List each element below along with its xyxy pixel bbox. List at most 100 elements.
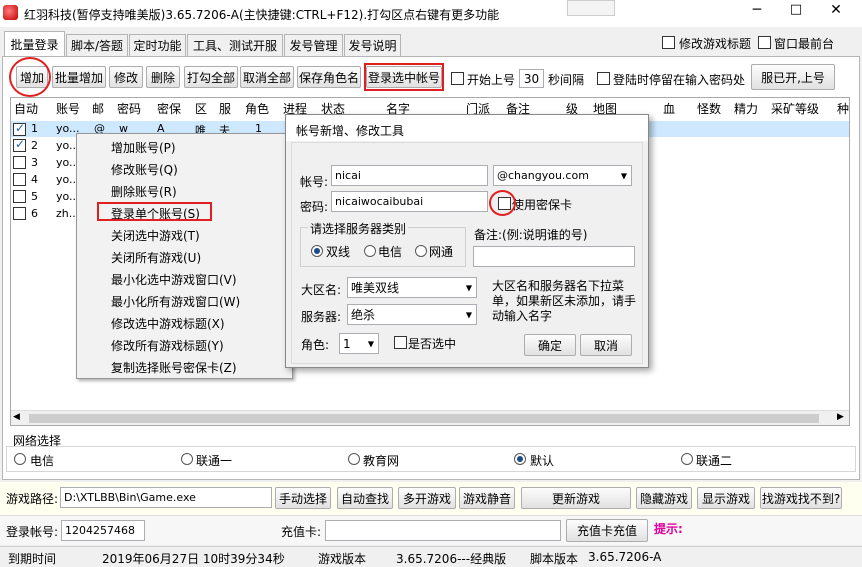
row-checkbox[interactable] [13,190,26,203]
ok-button[interactable]: 确定 [524,334,576,356]
menu-item-rename-selected[interactable]: 修改选中游戏标题(X) [111,315,225,332]
start-checkbox[interactable] [451,72,464,85]
red-circle-add [9,57,51,97]
minimize-icon[interactable]: ─ [744,2,770,20]
menu-item-delete-account[interactable]: 删除账号(R) [111,183,177,200]
game-version-label: 游戏版本 [318,552,367,566]
scroll-right-icon[interactable]: ▶ [837,412,844,422]
chevron-down-icon: ▼ [620,171,627,180]
help-button[interactable] [567,0,615,16]
tab-label: 定时功能 [133,39,182,53]
uncheck-all-button[interactable]: 取消全部 [240,66,294,88]
multi-open-button[interactable]: 多开游戏 [398,487,456,509]
hide-game-button[interactable]: 隐藏游戏 [636,487,692,509]
menu-item-minimize-selected[interactable]: 最小化选中游戏窗口(V) [111,271,237,288]
region-select[interactable]: 唯美双线 ▼ [347,277,477,298]
domain-select[interactable]: @changyou.com ▼ [493,165,632,186]
scroll-left-icon[interactable]: ◀ [13,412,20,422]
batch-add-button[interactable]: 批量增加 [52,66,106,88]
menu-item-copy-card[interactable]: 复制选择账号密保卡(Z) [111,359,237,376]
radio-net-telecom[interactable] [14,453,26,465]
menu-item-close-selected[interactable]: 关闭选中游戏(T) [111,227,200,244]
radio-net-unicom1[interactable] [181,453,193,465]
col-header-role[interactable]: 角色 [245,100,269,117]
tab-account-help[interactable]: 发号说明 [344,34,401,56]
row-id: 4 [31,173,38,186]
col-header-mining[interactable]: 采矿等级 [771,100,819,117]
check-all-button[interactable]: 打勾全部 [184,66,238,88]
maximize-icon[interactable]: □ [783,2,809,20]
tab-timer[interactable]: 定时功能 [129,34,186,56]
manual-select-button[interactable]: 手动选择 [275,487,331,509]
find-game-button[interactable]: 找游戏找不到? [760,487,842,509]
radio-net-edu[interactable] [348,453,360,465]
row-checkbox[interactable] [13,156,26,169]
scroll-thumb[interactable] [29,414,819,423]
tab-tools[interactable]: 工具、测试开服 [187,34,283,56]
is-main-checkbox[interactable] [394,336,407,349]
game-path-input[interactable]: D:\XTLBB\Bin\Game.exe [60,487,272,508]
col-header-mibao[interactable]: 密保 [157,100,181,117]
recharge-button[interactable]: 充值卡充值 [566,519,648,542]
menu-item-add-account[interactable]: 增加账号(P) [111,139,176,156]
row-id: 2 [31,139,38,152]
stay-pwd-label: 登陆时停留在输入密码处 [613,73,746,87]
col-header-monsters[interactable]: 怪数 [697,100,721,117]
tab-batch-login[interactable]: 批量登录 [4,31,65,57]
col-header-plant[interactable]: 种 [837,100,849,117]
interval-input[interactable]: 30 [519,69,544,88]
col-header-hp[interactable]: 血 [663,100,675,117]
stay-pwd-checkbox[interactable] [597,72,610,85]
edit-button[interactable]: 修改 [109,66,143,88]
password-label: 密码: [300,200,329,214]
cancel-button[interactable]: 取消 [580,334,632,356]
row-checkbox[interactable] [13,173,26,186]
login-account-input[interactable]: 1204257468 [61,520,145,541]
mute-game-button[interactable]: 游戏静音 [459,487,515,509]
topmost-checkbox[interactable] [758,36,771,49]
radio-net-unicom2[interactable] [681,453,693,465]
red-rect-login-selected [364,63,444,91]
expire-value: 2019年06月27日 10时39分34秒 [102,552,285,566]
radio-netcom[interactable] [415,245,427,257]
row-checkbox[interactable] [13,207,26,220]
server-label: 服务器: [301,310,342,324]
menu-item-rename-all[interactable]: 修改所有游戏标题(Y) [111,337,224,354]
note-label: 备注:(例:说明谁的号) [474,228,588,242]
menu-item-edit-account[interactable]: 修改账号(Q) [111,161,178,178]
auto-find-button[interactable]: 自动查找 [337,487,393,509]
radio-dual-line[interactable] [311,245,323,257]
col-header-zone[interactable]: 区 [195,100,207,117]
tab-account-mgmt[interactable]: 发号管理 [284,34,343,56]
account-dialog: 帐号新增、修改工具 帐号: nicai @changyou.com ▼ 密码: … [285,114,649,368]
server-open-button[interactable]: 服已开,上号 [751,64,835,90]
col-header-server[interactable]: 服 [219,100,231,117]
note-input[interactable] [473,246,635,267]
radio-telecom[interactable] [364,245,376,257]
menu-item-close-all[interactable]: 关闭所有游戏(U) [111,249,201,266]
col-header-account[interactable]: 账号 [56,100,80,117]
account-input[interactable]: nicai [331,165,488,186]
interval-unit: 秒间隔 [548,73,585,87]
row-checkbox[interactable] [13,121,26,136]
update-game-button[interactable]: 更新游戏 [521,487,631,509]
radio-net-default[interactable] [514,453,526,465]
role-select[interactable]: 1 ▼ [339,333,379,354]
recharge-card-input[interactable] [325,520,561,541]
col-header-password[interactable]: 密码 [117,100,141,117]
table-hscrollbar[interactable]: ◀ ▶ [11,410,849,425]
col-header-energy[interactable]: 精力 [734,100,758,117]
tab-script[interactable]: 脚本/答题 [66,34,128,56]
close-icon[interactable]: ✕ [821,2,851,20]
menu-item-minimize-all[interactable]: 最小化所有游戏窗口(W) [111,293,240,310]
delete-button[interactable]: 删除 [146,66,180,88]
save-role-button[interactable]: 保存角色名 [297,66,361,88]
col-header-mail[interactable]: 邮 [92,100,104,117]
status-bar: 到期时间 2019年06月27日 10时39分34秒 游戏版本 3.65.720… [0,546,862,566]
edit-title-checkbox[interactable] [662,36,675,49]
password-input[interactable]: nicaiwocaibubai [331,191,488,212]
row-checkbox[interactable] [13,137,26,152]
server-select[interactable]: 绝杀 ▼ [347,304,477,325]
col-header-auto[interactable]: 自动 [14,100,38,117]
show-game-button[interactable]: 显示游戏 [697,487,755,509]
